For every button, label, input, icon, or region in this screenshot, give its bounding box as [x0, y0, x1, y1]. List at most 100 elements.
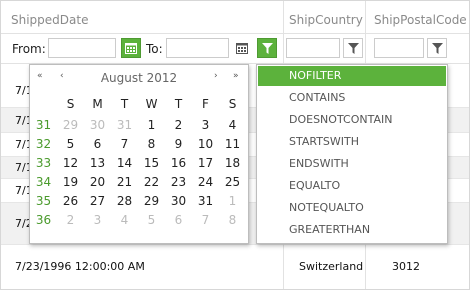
calendar-day[interactable]: 6	[165, 210, 192, 229]
filter-option-equalto[interactable]: EQUALTO	[258, 176, 446, 196]
calendar-day[interactable]: 10	[192, 134, 219, 153]
calendar-day[interactable]: 13	[84, 153, 111, 172]
from-date-input[interactable]	[48, 38, 116, 58]
week-number: 36	[35, 212, 52, 227]
calendar-day[interactable]: 21	[111, 172, 138, 191]
calendar-day[interactable]: 15	[138, 153, 165, 172]
calendar-day[interactable]: 31	[111, 115, 138, 134]
calendar-day[interactable]: 30	[165, 191, 192, 210]
calendar-day[interactable]: 5	[57, 134, 84, 153]
calendar-week-row: 36 2 3 4 5 6 7 8	[30, 210, 246, 229]
table-row[interactable]: 7/23/1996 12:00:00 AM Switzerland 3012	[1, 245, 469, 288]
calendar-day[interactable]: 5	[138, 210, 165, 229]
filter-option-doesnotcontain[interactable]: DOESNOTCONTAIN	[258, 110, 446, 130]
calendar-day[interactable]: 6	[84, 134, 111, 153]
weekday-label: M	[92, 97, 103, 111]
calendar-week-row: 31 29 30 31 1 2 3 4	[30, 115, 246, 134]
calendar-day[interactable]: 12	[57, 153, 84, 172]
from-calendar-button[interactable]	[121, 38, 141, 58]
to-date-input[interactable]	[166, 38, 229, 58]
column-header-shippeddate[interactable]: ShippedDate	[1, 1, 283, 33]
filter-option-endswith[interactable]: ENDSWITH	[258, 154, 446, 174]
weekday-row: S M T W T F S	[30, 93, 246, 115]
calendar-day[interactable]: 29	[138, 191, 165, 210]
calendar-day[interactable]: 17	[192, 153, 219, 172]
weekday-label: W	[145, 97, 158, 111]
filter-option-contains[interactable]: CONTAINS	[258, 88, 446, 108]
filter-icon	[431, 42, 443, 54]
filter-option-notequalto[interactable]: NOTEQUALTO	[258, 198, 446, 218]
calendar-day[interactable]: 28	[111, 191, 138, 210]
calendar-grid: S M T W T F S 31 29 30 31 1 2 3 4 32 5 6 7 8 9 10 11 33 1…	[30, 93, 246, 229]
calendar-day[interactable]: 7	[111, 134, 138, 153]
week-number: 35	[35, 193, 52, 208]
calendar-day[interactable]: 3	[84, 210, 111, 229]
calendar-day[interactable]: 29	[57, 115, 84, 134]
calendar-day[interactable]: 18	[219, 153, 246, 172]
calendar-day[interactable]: 4	[219, 115, 246, 134]
weekday-label: T	[120, 97, 129, 111]
calendar-day[interactable]: 19	[57, 172, 84, 191]
week-number: 31	[35, 117, 52, 132]
calendar-day[interactable]: 1	[138, 115, 165, 134]
to-label: To:	[146, 42, 163, 56]
filter-option-startswith[interactable]: STARTSWITH	[258, 132, 446, 152]
calendar-day[interactable]: 14	[111, 153, 138, 172]
calendar-day[interactable]: 11	[219, 134, 246, 153]
calendar-day[interactable]: 1	[219, 191, 246, 210]
from-label: From:	[12, 42, 46, 56]
calendar-day[interactable]: 30	[84, 115, 111, 134]
column-header-shipcountry[interactable]: ShipCountry	[283, 1, 365, 33]
calendar-day[interactable]: 23	[165, 172, 192, 191]
filter-option-nofilter[interactable]: NOFILTER	[258, 66, 446, 86]
week-number: 32	[35, 136, 52, 151]
shipcountry-filter-input[interactable]	[286, 38, 340, 58]
filter-row: From: To:	[1, 34, 469, 64]
shippostalcode-cell: 3012	[392, 260, 420, 273]
to-calendar-button[interactable]	[232, 38, 252, 58]
calendar-day[interactable]: 22	[138, 172, 165, 191]
filter-icon	[347, 42, 359, 54]
week-number: 33	[35, 155, 52, 170]
calendar-day[interactable]: 31	[192, 191, 219, 210]
fast-next-icon[interactable]: »	[233, 71, 239, 81]
calendar-day[interactable]: 24	[192, 172, 219, 191]
next-month-icon[interactable]: ›	[214, 71, 218, 81]
calendar-day[interactable]: 2	[57, 210, 84, 229]
weekday-label: S	[228, 97, 237, 111]
calendar-day[interactable]: 16	[165, 153, 192, 172]
calendar-day[interactable]: 7	[192, 210, 219, 229]
filter-function-menu: NOFILTER CONTAINS DOESNOTCONTAIN STARTSW…	[256, 64, 448, 244]
calendar-week-row: 34 19 20 21 22 23 24 25	[30, 172, 246, 191]
column-header-shippostalcode[interactable]: ShipPostalCode	[365, 1, 469, 33]
calendar-day[interactable]: 8	[138, 134, 165, 153]
grid-header: ShippedDate ShipCountry ShipPostalCode	[1, 1, 469, 34]
calendar-day[interactable]: 4	[111, 210, 138, 229]
shippeddate-cell: 7/23/1996 12:00:00 AM	[15, 260, 145, 273]
calendar-header: « ‹ August 2012 › »	[30, 65, 248, 91]
calendar-week-row: 32 5 6 7 8 9 10 11	[30, 134, 246, 153]
calendar-week-row: 35 26 27 28 29 30 31 1	[30, 191, 246, 210]
calendar-day[interactable]: 25	[219, 172, 246, 191]
calendar-icon	[125, 43, 137, 54]
calendar-day[interactable]: 26	[57, 191, 84, 210]
shippostalcode-filter-input[interactable]	[374, 38, 424, 58]
weekday-label: S	[66, 97, 75, 111]
calendar-week-row: 33 12 13 14 15 16 17 18	[30, 153, 246, 172]
calendar-icon	[236, 43, 248, 54]
weekday-label: T	[174, 97, 183, 111]
calendar-day[interactable]: 20	[84, 172, 111, 191]
calendar-day[interactable]: 9	[165, 134, 192, 153]
calendar-day[interactable]: 8	[219, 210, 246, 229]
date-picker-calendar: « ‹ August 2012 › » S M T W T F S 31 29 30…	[29, 64, 249, 244]
date-filter-button[interactable]	[257, 38, 277, 58]
filter-icon	[261, 42, 273, 54]
calendar-day[interactable]: 27	[84, 191, 111, 210]
filter-option-greaterthan[interactable]: GREATERTHAN	[258, 220, 446, 240]
shipcountry-filter-button[interactable]	[343, 38, 363, 58]
shipcountry-cell: Switzerland	[299, 260, 364, 273]
calendar-day[interactable]: 2	[165, 115, 192, 134]
week-number: 34	[35, 174, 52, 189]
shippostalcode-filter-button[interactable]	[427, 38, 447, 58]
calendar-day[interactable]: 3	[192, 115, 219, 134]
